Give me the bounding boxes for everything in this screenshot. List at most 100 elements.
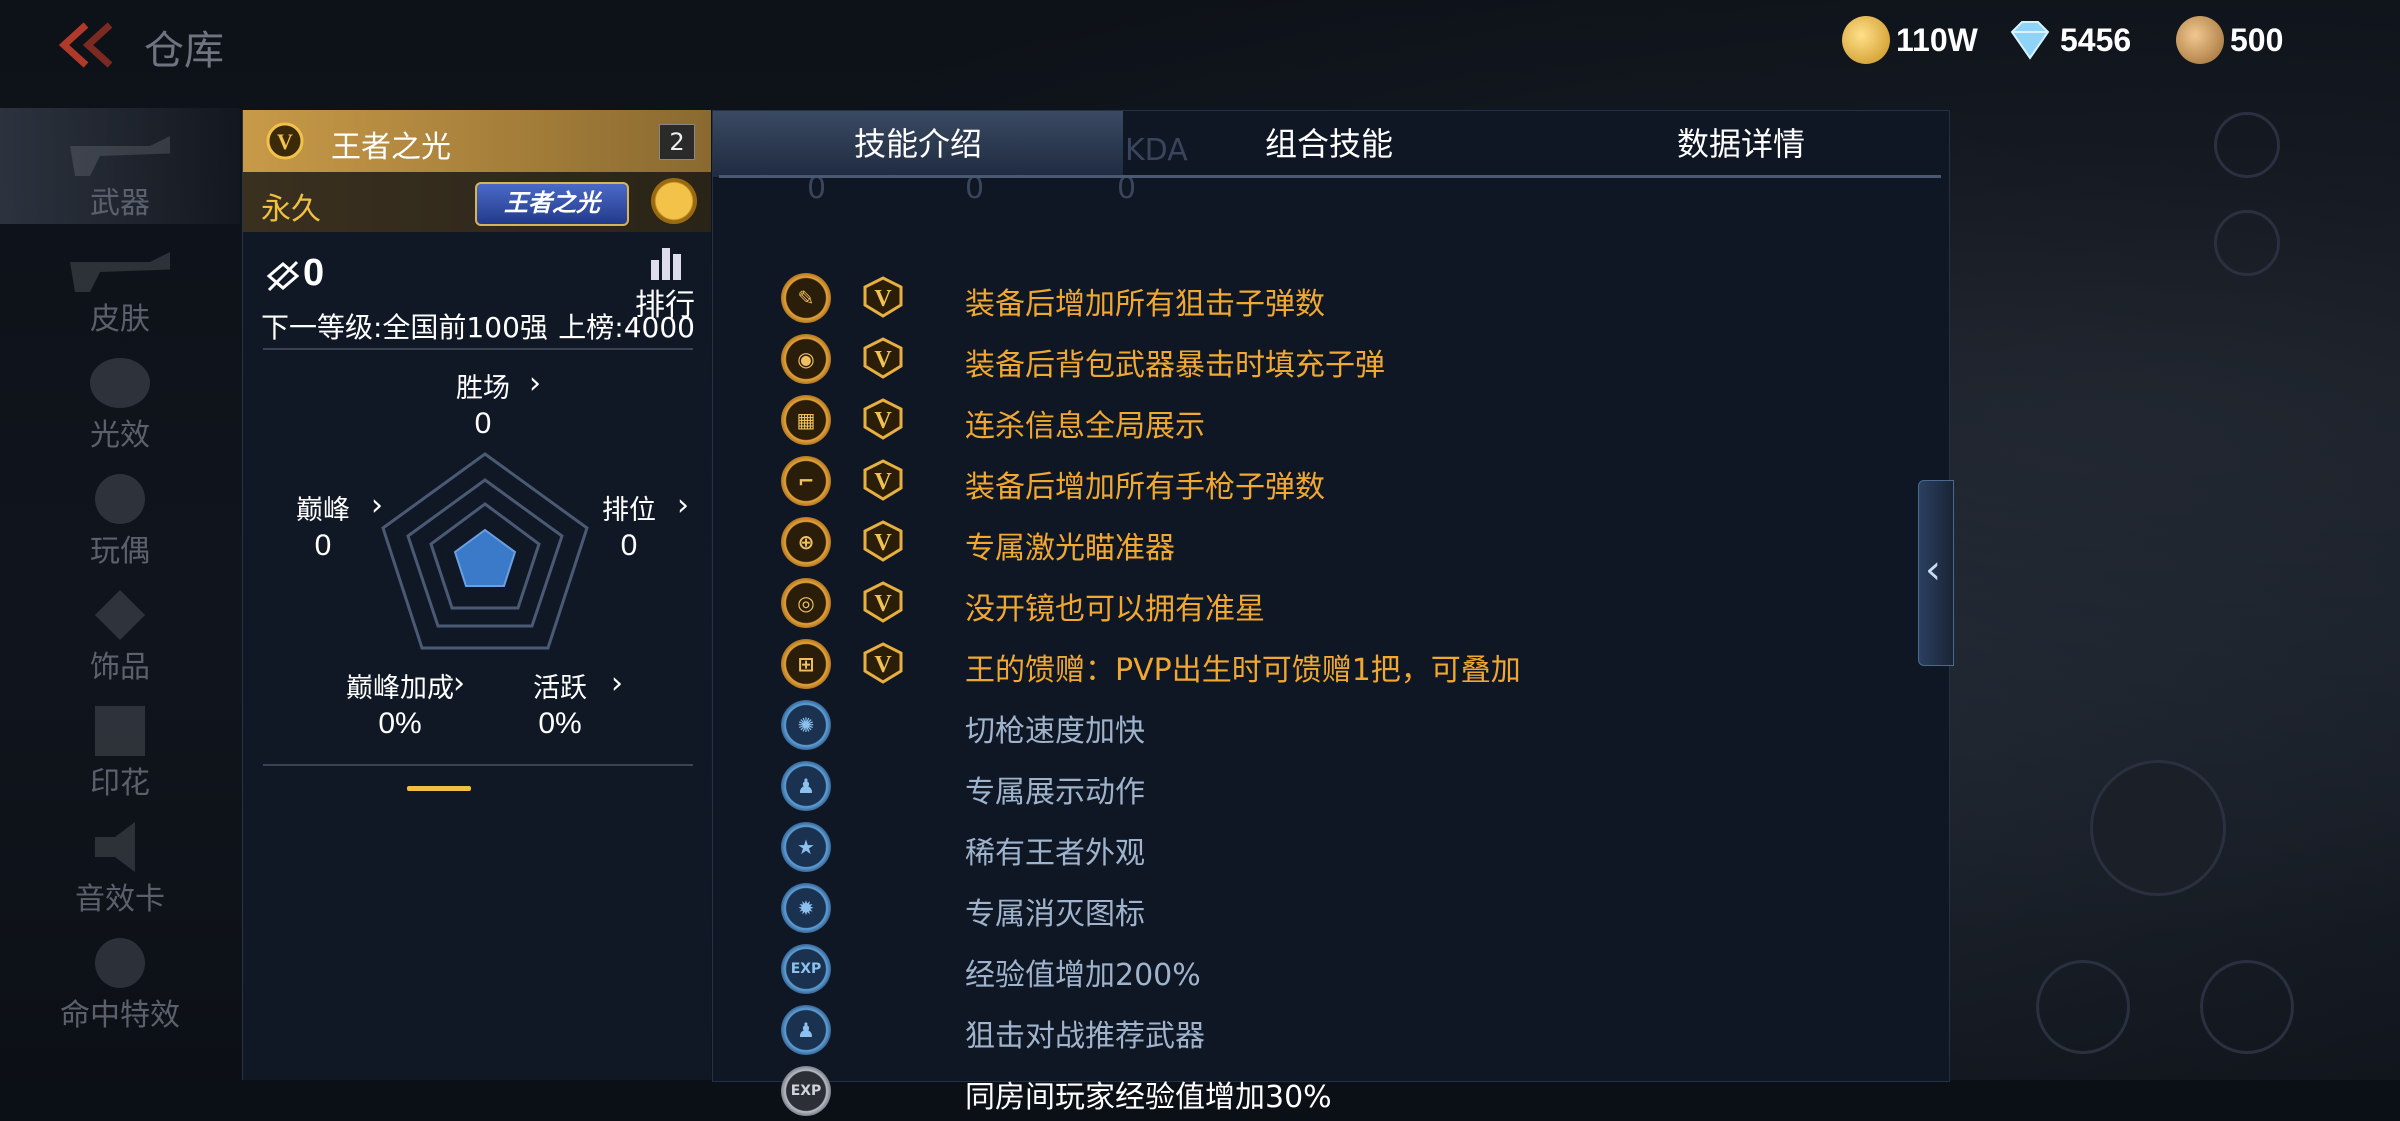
skill-row: ⌐ V 装备后增加所有手枪子弹数 [713, 450, 1949, 511]
v-badge-icon: V [266, 122, 304, 160]
sidebar-item-skins[interactable]: 皮肤 [0, 224, 240, 340]
item-info-card: V 王者之光 2 永久 王者之光 0 排行 下一等级:全国前100强 上榜:40… [242, 110, 711, 1080]
duration-label: 永久 [261, 192, 321, 227]
tab-skill-intro[interactable]: 技能介绍 [713, 111, 1123, 177]
v-badge-icon: V [863, 337, 903, 379]
skill-description: 装备后增加所有狙击子弹数 [965, 287, 1325, 322]
room-exp-icon[interactable]: EXP [781, 1066, 831, 1116]
stat-peak[interactable]: 巅峰 0 [283, 488, 363, 563]
category-sidebar: 武器 皮肤 光效 玩偶 饰品 印花 音效卡 命中特效 [0, 108, 240, 1080]
view-toggle-icon[interactable] [2200, 960, 2294, 1054]
chevron-right-icon[interactable]: › [529, 366, 541, 401]
skill-description: 专属激光瞄准器 [965, 531, 1175, 566]
decal-icon [95, 706, 145, 756]
star-icon[interactable]: ★ [781, 822, 831, 872]
crit-refill-icon[interactable]: ◉ [781, 334, 831, 384]
v-badge-icon: V [863, 398, 903, 440]
stat-ranked[interactable]: 排位 0 [589, 488, 669, 563]
skill-row: ♟ 狙击对战推荐武器 [713, 999, 1949, 1060]
chevron-right-icon[interactable]: › [453, 666, 465, 701]
skin-icon [70, 252, 170, 292]
svg-text:V: V [874, 347, 892, 373]
diamond-currency[interactable]: 5456 [2006, 14, 2131, 66]
v-badge-icon: V [863, 581, 903, 623]
elimination-icon[interactable]: ✹ [781, 883, 831, 933]
tab-underline [719, 175, 1941, 178]
leaderboard-button[interactable]: 排行 [635, 246, 695, 323]
item-level-badge: 2 [659, 124, 695, 160]
sidebar-item-dolls[interactable]: 玩偶 [0, 456, 240, 572]
killfeed-icon[interactable]: ▦ [781, 395, 831, 445]
skill-description: 稀有王者外观 [965, 836, 1145, 871]
exp-boost-icon[interactable]: EXP [781, 944, 831, 994]
gold-currency[interactable]: 110W [1842, 14, 1978, 66]
stat-peak-bonus[interactable]: 巅峰加成 0% [335, 666, 465, 741]
medal-coin-icon [2176, 16, 2224, 64]
sidebar-item-sound-cards[interactable]: 音效卡 [0, 804, 240, 920]
sidebar-item-hit-effects[interactable]: 命中特效 [0, 920, 240, 1036]
page-title: 仓库 [144, 28, 224, 74]
back-icon[interactable] [52, 20, 122, 70]
top-bar: 仓库 110W 5456 500 [0, 0, 2400, 92]
skill-description: 专属展示动作 [965, 775, 1145, 810]
v-badge-icon: V [863, 520, 903, 562]
skill-row: ◉ V 装备后背包武器暴击时填充子弹 [713, 328, 1949, 389]
skill-row: ⊕ V 专属激光瞄准器 [713, 511, 1949, 572]
sidebar-item-effects[interactable]: 光效 [0, 340, 240, 456]
skill-description: 王的馈赠：PVP出生时可馈赠1把，可叠加 [965, 653, 1521, 688]
medal-icon[interactable] [651, 178, 697, 224]
medal-currency[interactable]: 500 [2176, 14, 2283, 66]
medal-amount: 500 [2230, 21, 2284, 58]
skill-description: 装备后背包武器暴击时填充子弹 [965, 348, 1385, 383]
gold-coin-icon [1842, 16, 1890, 64]
item-name: 王者之光 [331, 130, 451, 165]
skill-row: ★ 稀有王者外观 [713, 816, 1949, 877]
chevron-right-icon[interactable]: › [611, 666, 623, 701]
svg-text:V: V [874, 530, 892, 556]
tab-combo-skills[interactable]: 组合技能 [1123, 111, 1535, 177]
emote-icon[interactable]: ♟ [781, 761, 831, 811]
sidebar-item-accessories[interactable]: 饰品 [0, 572, 240, 688]
gift-icon[interactable]: ⊞ [781, 639, 831, 689]
sidebar-item-decals[interactable]: 印花 [0, 688, 240, 804]
skill-description: 狙击对战推荐武器 [965, 1019, 1205, 1054]
skill-description: 同房间玩家经验值增加30% [965, 1080, 1332, 1115]
skill-description: 没开镜也可以拥有准星 [965, 592, 1265, 627]
page-indicator [407, 786, 471, 791]
rank-hidden-icon [266, 260, 300, 292]
swap-icon[interactable] [2036, 960, 2130, 1054]
skill-row: ♟ 专属展示动作 [713, 755, 1949, 816]
accessory-icon [95, 590, 145, 640]
skill-row: EXP 经验值增加200% [713, 938, 1949, 999]
stat-wins[interactable]: 胜场 0 [443, 366, 523, 441]
svg-text:V: V [874, 652, 892, 678]
svg-text:V: V [277, 129, 293, 154]
pistol-icon[interactable]: ⌐ [781, 456, 831, 506]
settings-icon[interactable] [2214, 112, 2280, 178]
v-badge-icon: V [863, 642, 903, 684]
skill-row: ✎ V 装备后增加所有狙击子弹数 [713, 267, 1949, 328]
knife-icon[interactable] [2090, 760, 2226, 896]
chevron-right-icon[interactable]: › [677, 488, 689, 523]
crosshair-icon[interactable]: ◎ [781, 578, 831, 628]
tab-data-details[interactable]: 数据详情 [1535, 111, 1947, 177]
rank-value: 0 [303, 252, 325, 294]
rifle-icon [70, 136, 170, 176]
skill-description: 经验值增加200% [965, 958, 1201, 993]
skill-row: ⊞ V 王的馈赠：PVP出生时可馈赠1把，可叠加 [713, 633, 1949, 694]
stats-radar-chart [381, 452, 589, 650]
weapon-swap-icon[interactable]: ✺ [781, 700, 831, 750]
laser-sight-icon[interactable]: ⊕ [781, 517, 831, 567]
sniper-bullet-icon[interactable]: ✎ [781, 273, 831, 323]
stat-active[interactable]: 活跃 0% [525, 666, 595, 741]
skill-description: 装备后增加所有手枪子弹数 [965, 470, 1325, 505]
hit-effect-icon [95, 938, 145, 988]
collapse-panel-button[interactable]: ‹ [1918, 480, 1954, 666]
skill-row: ◎ V 没开镜也可以拥有准星 [713, 572, 1949, 633]
first-person-icon[interactable] [2214, 210, 2280, 276]
divider [263, 764, 693, 766]
skill-row: ✹ 专属消灭图标 [713, 877, 1949, 938]
leaderboard-threshold: 上榜:4000 [558, 311, 695, 344]
sidebar-item-weapons[interactable]: 武器 [0, 108, 240, 224]
sniper-recommend-icon[interactable]: ♟ [781, 1005, 831, 1055]
